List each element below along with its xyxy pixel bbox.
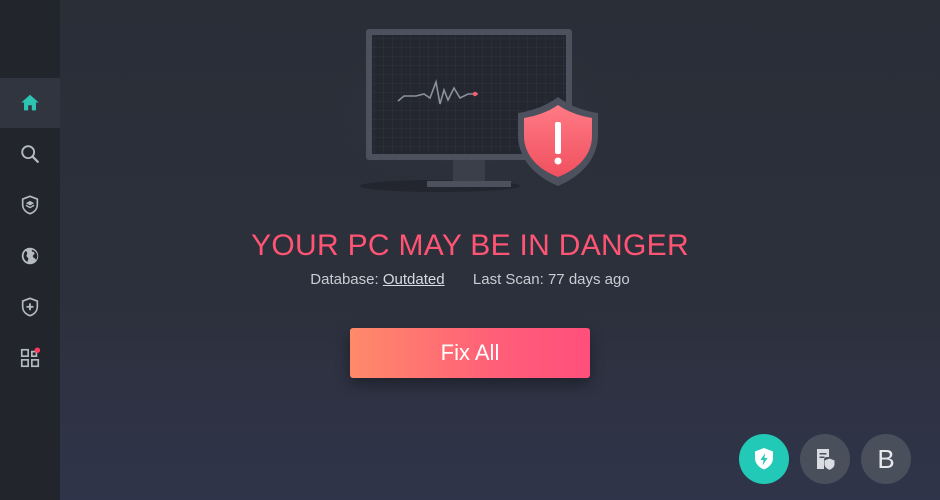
scan-status-line: Database: Outdated Last Scan: 77 days ag…: [0, 271, 940, 288]
sidebar-item-apps[interactable]: [0, 333, 60, 383]
browser-letter-icon: B: [877, 443, 895, 474]
search-icon: [21, 145, 39, 163]
last-scan-value: 77 days ago: [547, 271, 630, 288]
database-status-link[interactable]: Outdated: [383, 271, 445, 288]
last-scan-label: Last Scan:: [472, 271, 544, 288]
sidebar-item-home[interactable]: [0, 78, 60, 128]
shield-bolt-icon: [755, 448, 773, 470]
danger-monitor-illustration: [320, 20, 620, 200]
app-window: YOUR PC MAY BE IN DANGER Database: Outda…: [0, 0, 940, 500]
apps-grid-icon: [20, 347, 41, 368]
document-shield-icon: [817, 449, 835, 470]
database-label: Database:: [310, 271, 379, 288]
sidebar-item-scan[interactable]: [0, 129, 60, 179]
sidebar-item-add-protection[interactable]: [0, 282, 60, 332]
danger-title: YOUR PC MAY BE IN DANGER: [251, 229, 689, 262]
protection-status-button[interactable]: [739, 434, 789, 484]
sidebar-item-protection[interactable]: [0, 180, 60, 230]
shield-plus-icon: [21, 297, 39, 317]
report-button[interactable]: [800, 434, 850, 484]
fix-all-button[interactable]: Fix All: [350, 328, 590, 378]
browser-button[interactable]: B: [861, 434, 911, 484]
notification-dot: [34, 347, 41, 353]
home-icon: [21, 94, 39, 111]
shield-layers-icon: [21, 195, 39, 215]
